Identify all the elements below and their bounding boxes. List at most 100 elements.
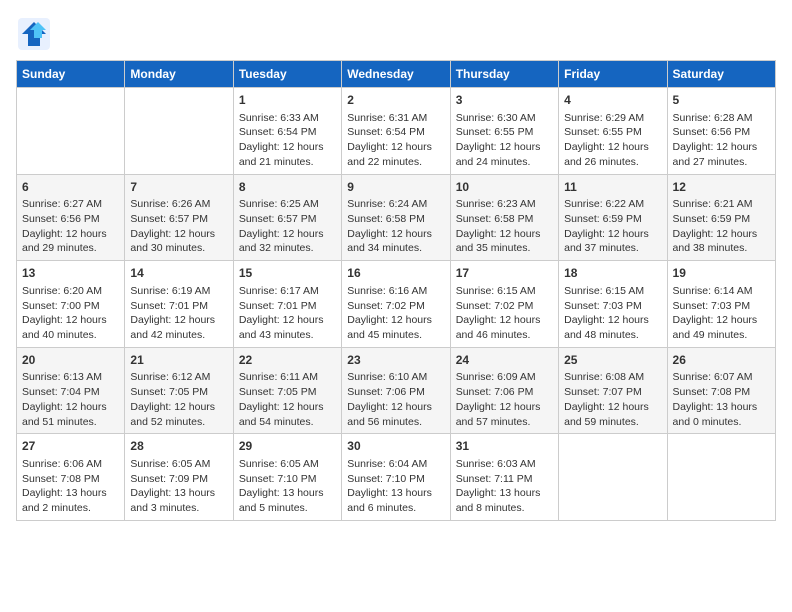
day-number: 8 bbox=[239, 179, 336, 196]
day-number: 30 bbox=[347, 438, 444, 455]
day-number: 11 bbox=[564, 179, 661, 196]
day-number: 18 bbox=[564, 265, 661, 282]
day-info: Sunrise: 6:15 AM Sunset: 7:03 PM Dayligh… bbox=[564, 284, 661, 343]
calendar-cell: 23Sunrise: 6:10 AM Sunset: 7:06 PM Dayli… bbox=[342, 347, 450, 434]
day-info: Sunrise: 6:05 AM Sunset: 7:10 PM Dayligh… bbox=[239, 457, 336, 516]
day-number: 31 bbox=[456, 438, 553, 455]
day-info: Sunrise: 6:23 AM Sunset: 6:58 PM Dayligh… bbox=[456, 197, 553, 256]
day-info: Sunrise: 6:07 AM Sunset: 7:08 PM Dayligh… bbox=[673, 370, 770, 429]
calendar-cell: 21Sunrise: 6:12 AM Sunset: 7:05 PM Dayli… bbox=[125, 347, 233, 434]
day-number: 15 bbox=[239, 265, 336, 282]
day-of-week-header: Thursday bbox=[450, 61, 558, 88]
day-number: 27 bbox=[22, 438, 119, 455]
day-number: 5 bbox=[673, 92, 770, 109]
day-info: Sunrise: 6:09 AM Sunset: 7:06 PM Dayligh… bbox=[456, 370, 553, 429]
day-number: 6 bbox=[22, 179, 119, 196]
calendar-cell: 12Sunrise: 6:21 AM Sunset: 6:59 PM Dayli… bbox=[667, 174, 775, 261]
day-number: 20 bbox=[22, 352, 119, 369]
day-info: Sunrise: 6:05 AM Sunset: 7:09 PM Dayligh… bbox=[130, 457, 227, 516]
day-number: 16 bbox=[347, 265, 444, 282]
day-number: 12 bbox=[673, 179, 770, 196]
day-info: Sunrise: 6:13 AM Sunset: 7:04 PM Dayligh… bbox=[22, 370, 119, 429]
day-of-week-header: Saturday bbox=[667, 61, 775, 88]
calendar-cell bbox=[17, 88, 125, 175]
day-info: Sunrise: 6:20 AM Sunset: 7:00 PM Dayligh… bbox=[22, 284, 119, 343]
page-header bbox=[16, 16, 776, 52]
calendar-cell: 9Sunrise: 6:24 AM Sunset: 6:58 PM Daylig… bbox=[342, 174, 450, 261]
day-info: Sunrise: 6:25 AM Sunset: 6:57 PM Dayligh… bbox=[239, 197, 336, 256]
day-info: Sunrise: 6:12 AM Sunset: 7:05 PM Dayligh… bbox=[130, 370, 227, 429]
day-number: 21 bbox=[130, 352, 227, 369]
day-info: Sunrise: 6:06 AM Sunset: 7:08 PM Dayligh… bbox=[22, 457, 119, 516]
calendar-cell: 10Sunrise: 6:23 AM Sunset: 6:58 PM Dayli… bbox=[450, 174, 558, 261]
day-info: Sunrise: 6:29 AM Sunset: 6:55 PM Dayligh… bbox=[564, 111, 661, 170]
day-of-week-header: Wednesday bbox=[342, 61, 450, 88]
calendar-cell: 7Sunrise: 6:26 AM Sunset: 6:57 PM Daylig… bbox=[125, 174, 233, 261]
calendar-cell: 15 Sunrise: 6:17 AM Sunset: 7:01 PM Dayli… bbox=[233, 261, 341, 348]
calendar-week-row: 27 Sunrise: 6:06 AM Sunset: 7:08 PM Dayli… bbox=[17, 434, 776, 521]
calendar-cell: 19 Sunrise: 6:14 AM Sunset: 7:03 PM Dayli… bbox=[667, 261, 775, 348]
calendar-cell: 17Sunrise: 6:15 AM Sunset: 7:02 PM Dayli… bbox=[450, 261, 558, 348]
calendar-cell: 13 Sunrise: 6:20 AM Sunset: 7:00 PM Dayli… bbox=[17, 261, 125, 348]
day-info: Sunrise: 6:22 AM Sunset: 6:59 PM Dayligh… bbox=[564, 197, 661, 256]
day-info: Sunrise: 6:11 AM Sunset: 7:05 PM Dayligh… bbox=[239, 370, 336, 429]
day-info: Sunrise: 6:14 AM Sunset: 7:03 PM Dayligh… bbox=[673, 284, 770, 343]
day-number: 10 bbox=[456, 179, 553, 196]
day-number: 26 bbox=[673, 352, 770, 369]
day-info: Sunrise: 6:17 AM Sunset: 7:01 PM Dayligh… bbox=[239, 284, 336, 343]
logo bbox=[16, 16, 56, 52]
day-info: Sunrise: 6:27 AM Sunset: 6:56 PM Dayligh… bbox=[22, 197, 119, 256]
day-number: 19 bbox=[673, 265, 770, 282]
day-info: Sunrise: 6:31 AM Sunset: 6:54 PM Dayligh… bbox=[347, 111, 444, 170]
calendar-cell: 29 Sunrise: 6:05 AM Sunset: 7:10 PM Dayli… bbox=[233, 434, 341, 521]
day-number: 28 bbox=[130, 438, 227, 455]
day-number: 24 bbox=[456, 352, 553, 369]
calendar-cell: 8Sunrise: 6:25 AM Sunset: 6:57 PM Daylig… bbox=[233, 174, 341, 261]
day-info: Sunrise: 6:28 AM Sunset: 6:56 PM Dayligh… bbox=[673, 111, 770, 170]
day-number: 3 bbox=[456, 92, 553, 109]
day-info: Sunrise: 6:33 AM Sunset: 6:54 PM Dayligh… bbox=[239, 111, 336, 170]
calendar-cell: 5 Sunrise: 6:28 AM Sunset: 6:56 PM Daylig… bbox=[667, 88, 775, 175]
day-number: 14 bbox=[130, 265, 227, 282]
calendar-table: SundayMondayTuesdayWednesdayThursdayFrid… bbox=[16, 60, 776, 521]
calendar-cell: 11Sunrise: 6:22 AM Sunset: 6:59 PM Dayli… bbox=[559, 174, 667, 261]
day-info: Sunrise: 6:04 AM Sunset: 7:10 PM Dayligh… bbox=[347, 457, 444, 516]
day-info: Sunrise: 6:30 AM Sunset: 6:55 PM Dayligh… bbox=[456, 111, 553, 170]
calendar-header-row: SundayMondayTuesdayWednesdayThursdayFrid… bbox=[17, 61, 776, 88]
day-number: 7 bbox=[130, 179, 227, 196]
day-number: 17 bbox=[456, 265, 553, 282]
day-number: 22 bbox=[239, 352, 336, 369]
calendar-week-row: 6Sunrise: 6:27 AM Sunset: 6:56 PM Daylig… bbox=[17, 174, 776, 261]
day-number: 29 bbox=[239, 438, 336, 455]
day-info: Sunrise: 6:03 AM Sunset: 7:11 PM Dayligh… bbox=[456, 457, 553, 516]
day-of-week-header: Friday bbox=[559, 61, 667, 88]
day-number: 13 bbox=[22, 265, 119, 282]
calendar-cell: 28 Sunrise: 6:05 AM Sunset: 7:09 PM Dayli… bbox=[125, 434, 233, 521]
calendar-cell: 27 Sunrise: 6:06 AM Sunset: 7:08 PM Dayli… bbox=[17, 434, 125, 521]
day-info: Sunrise: 6:08 AM Sunset: 7:07 PM Dayligh… bbox=[564, 370, 661, 429]
calendar-cell: 24Sunrise: 6:09 AM Sunset: 7:06 PM Dayli… bbox=[450, 347, 558, 434]
calendar-cell: 18 Sunrise: 6:15 AM Sunset: 7:03 PM Dayli… bbox=[559, 261, 667, 348]
day-number: 23 bbox=[347, 352, 444, 369]
calendar-week-row: 20Sunrise: 6:13 AM Sunset: 7:04 PM Dayli… bbox=[17, 347, 776, 434]
day-number: 4 bbox=[564, 92, 661, 109]
calendar-cell: 2Sunrise: 6:31 AM Sunset: 6:54 PM Daylig… bbox=[342, 88, 450, 175]
day-of-week-header: Sunday bbox=[17, 61, 125, 88]
calendar-cell: 26Sunrise: 6:07 AM Sunset: 7:08 PM Dayli… bbox=[667, 347, 775, 434]
day-info: Sunrise: 6:21 AM Sunset: 6:59 PM Dayligh… bbox=[673, 197, 770, 256]
calendar-cell: 3 Sunrise: 6:30 AM Sunset: 6:55 PM Daylig… bbox=[450, 88, 558, 175]
day-info: Sunrise: 6:10 AM Sunset: 7:06 PM Dayligh… bbox=[347, 370, 444, 429]
calendar-week-row: 1 Sunrise: 6:33 AM Sunset: 6:54 PM Daylig… bbox=[17, 88, 776, 175]
day-of-week-header: Monday bbox=[125, 61, 233, 88]
day-info: Sunrise: 6:24 AM Sunset: 6:58 PM Dayligh… bbox=[347, 197, 444, 256]
calendar-cell bbox=[667, 434, 775, 521]
calendar-week-row: 13 Sunrise: 6:20 AM Sunset: 7:00 PM Dayli… bbox=[17, 261, 776, 348]
day-number: 1 bbox=[239, 92, 336, 109]
day-info: Sunrise: 6:26 AM Sunset: 6:57 PM Dayligh… bbox=[130, 197, 227, 256]
calendar-cell: 14Sunrise: 6:19 AM Sunset: 7:01 PM Dayli… bbox=[125, 261, 233, 348]
calendar-cell: 16Sunrise: 6:16 AM Sunset: 7:02 PM Dayli… bbox=[342, 261, 450, 348]
day-number: 9 bbox=[347, 179, 444, 196]
calendar-cell: 22Sunrise: 6:11 AM Sunset: 7:05 PM Dayli… bbox=[233, 347, 341, 434]
calendar-cell: 6Sunrise: 6:27 AM Sunset: 6:56 PM Daylig… bbox=[17, 174, 125, 261]
calendar-cell: 25Sunrise: 6:08 AM Sunset: 7:07 PM Dayli… bbox=[559, 347, 667, 434]
